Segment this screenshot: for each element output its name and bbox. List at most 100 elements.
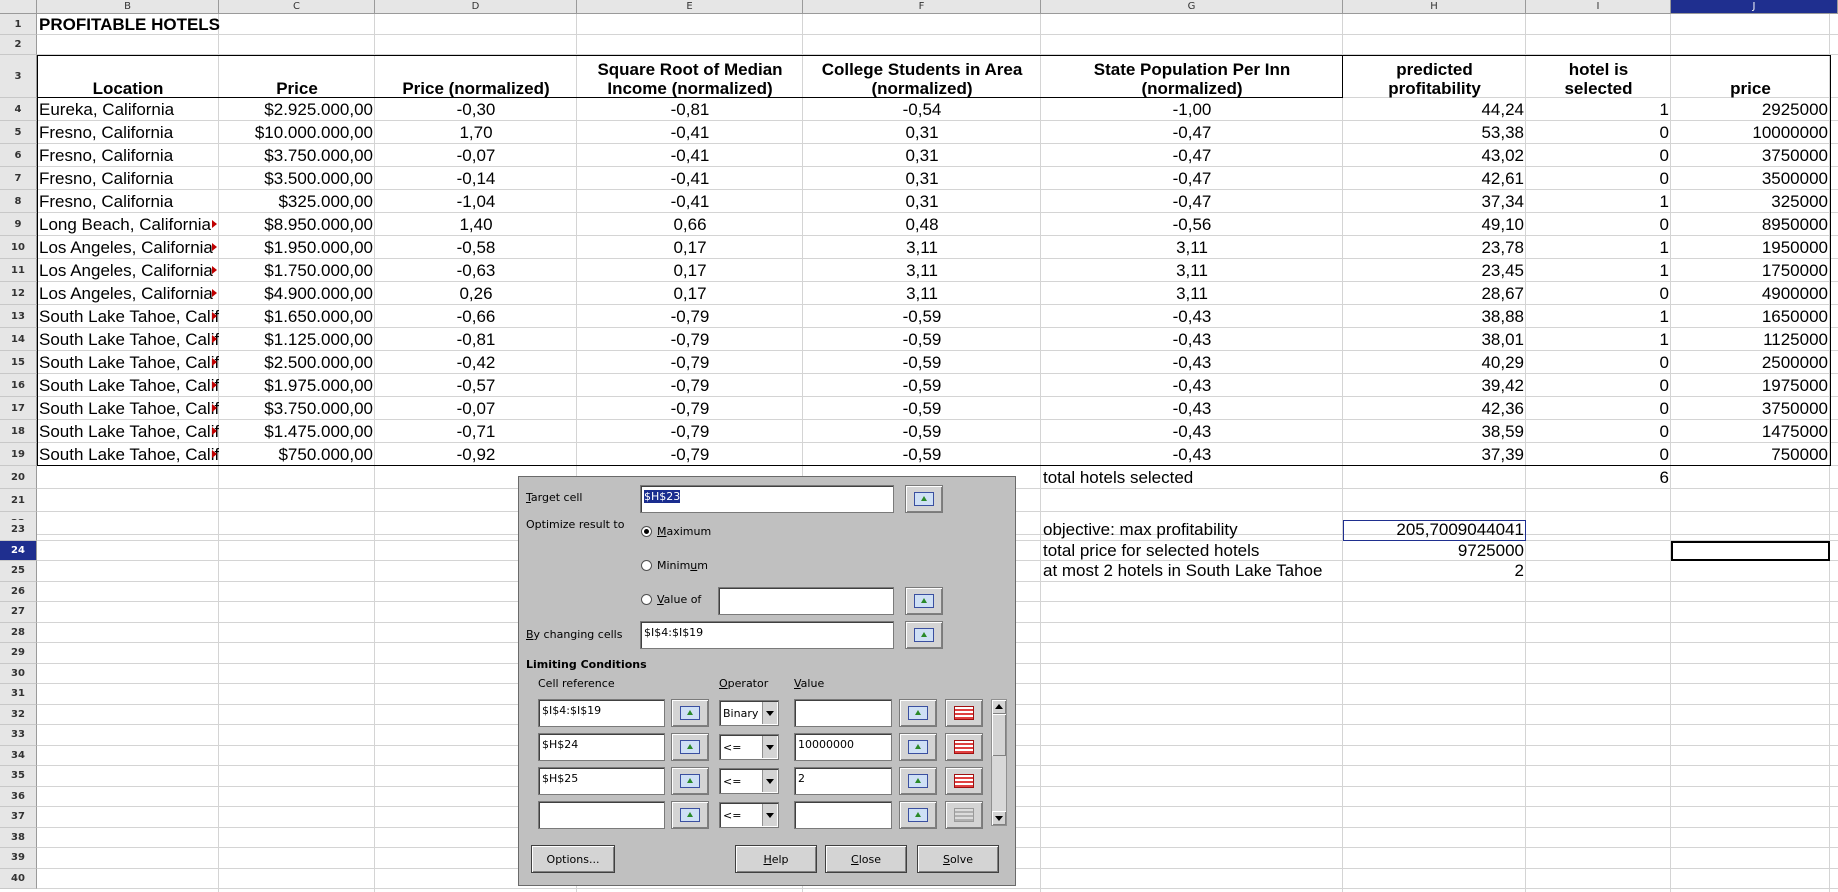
cell-income[interactable]: -0,79: [577, 374, 803, 397]
row-header-9[interactable]: 9: [0, 213, 37, 236]
target-cell-shrink-button[interactable]: [905, 485, 943, 513]
cell-income[interactable]: -0,79: [577, 420, 803, 443]
row-header-31[interactable]: 31: [0, 684, 37, 705]
cell-location[interactable]: South Lake Tahoe, California: [37, 351, 219, 374]
row-header-37[interactable]: 37: [0, 807, 37, 828]
cell-selected[interactable]: 0: [1526, 351, 1671, 374]
cell-location[interactable]: South Lake Tahoe, California: [37, 305, 219, 328]
column-title[interactable]: Location: [37, 55, 219, 98]
row-header-15[interactable]: 15: [0, 351, 37, 374]
cell-college[interactable]: 3,11: [803, 259, 1041, 282]
condition-reference-shrink-button[interactable]: [671, 699, 709, 727]
cell-state-pop[interactable]: -0,47: [1041, 121, 1343, 144]
cell-profit[interactable]: 23,78: [1343, 236, 1526, 259]
scroll-thumb[interactable]: [992, 714, 1006, 756]
row-header-24[interactable]: 24: [0, 540, 37, 561]
row-header-18[interactable]: 18: [0, 420, 37, 443]
cell-profit[interactable]: 44,24: [1343, 98, 1526, 121]
options-button[interactable]: Options...: [531, 845, 615, 873]
row-header-7[interactable]: 7: [0, 167, 37, 190]
cell-location[interactable]: Los Angeles, California: [37, 236, 219, 259]
conditions-scrollbar[interactable]: [991, 699, 1007, 826]
row-header-28[interactable]: 28: [0, 622, 37, 643]
cell-price-norm[interactable]: -0,71: [375, 420, 577, 443]
cell-location[interactable]: Eureka, California: [37, 98, 219, 121]
minimum-radio[interactable]: [641, 560, 652, 571]
cell-profit[interactable]: 37,39: [1343, 443, 1526, 466]
cell-price-raw[interactable]: 2500000: [1671, 351, 1830, 374]
cell-state-pop[interactable]: -0,43: [1041, 351, 1343, 374]
cell-state-pop[interactable]: -0,43: [1041, 443, 1343, 466]
condition-value-input[interactable]: 2: [794, 767, 892, 795]
remove-condition-button[interactable]: [945, 699, 983, 727]
row-header-11[interactable]: 11: [0, 259, 37, 282]
cell-price[interactable]: $1.650.000,00: [219, 305, 375, 328]
cell-price[interactable]: $1.750.000,00: [219, 259, 375, 282]
tahoe-limit-value[interactable]: 2: [1343, 561, 1526, 582]
cell-college[interactable]: 0,31: [803, 144, 1041, 167]
condition-operator-select[interactable]: Binary: [719, 700, 779, 726]
cell-income[interactable]: -0,79: [577, 443, 803, 466]
chevron-down-icon[interactable]: [762, 770, 777, 792]
cell-selected[interactable]: 1: [1526, 190, 1671, 213]
row-header-34[interactable]: 34: [0, 745, 37, 766]
cell-location[interactable]: South Lake Tahoe, California: [37, 420, 219, 443]
cell-selected[interactable]: 0: [1526, 443, 1671, 466]
condition-value-input[interactable]: [794, 801, 892, 829]
changing-cells-input[interactable]: $I$4:$I$19: [640, 621, 894, 649]
tahoe-limit-label[interactable]: at most 2 hotels in South Lake Tahoe: [1041, 561, 1343, 582]
column-header-h[interactable]: H: [1343, 0, 1526, 14]
cell-price-raw[interactable]: 4900000: [1671, 282, 1830, 305]
cell-price[interactable]: $750.000,00: [219, 443, 375, 466]
condition-cell-reference-input[interactable]: $H$25: [538, 767, 665, 795]
cell-price-raw[interactable]: 1125000: [1671, 328, 1830, 351]
row-header-23[interactable]: 23: [0, 520, 37, 541]
cell-college[interactable]: -0,59: [803, 351, 1041, 374]
row-header-12[interactable]: 12: [0, 282, 37, 305]
row-header-30[interactable]: 30: [0, 663, 37, 684]
cell-price-raw[interactable]: 325000: [1671, 190, 1830, 213]
cell-college[interactable]: -0,54: [803, 98, 1041, 121]
cell-price-norm[interactable]: -1,04: [375, 190, 577, 213]
cell-income[interactable]: -0,79: [577, 351, 803, 374]
cell-price[interactable]: $2.925.000,00: [219, 98, 375, 121]
cell-price[interactable]: $1.125.000,00: [219, 328, 375, 351]
column-title[interactable]: State Population Per Inn (normalized): [1041, 55, 1343, 98]
cell-price-raw[interactable]: 3750000: [1671, 144, 1830, 167]
help-button[interactable]: Help: [735, 845, 817, 873]
cell-selected[interactable]: 0: [1526, 374, 1671, 397]
cell-income[interactable]: 0,17: [577, 282, 803, 305]
total-selected-value[interactable]: 6: [1526, 466, 1671, 489]
cell-income[interactable]: -0,79: [577, 328, 803, 351]
cell-price-norm[interactable]: -0,07: [375, 144, 577, 167]
objective-label[interactable]: objective: max profitability: [1041, 520, 1343, 541]
cell-location[interactable]: Fresno, California: [37, 190, 219, 213]
cell-selected[interactable]: 0: [1526, 213, 1671, 236]
row-header-35[interactable]: 35: [0, 766, 37, 787]
cell-location[interactable]: Long Beach, California: [37, 213, 219, 236]
maximum-radio[interactable]: [641, 526, 652, 537]
row-header-14[interactable]: 14: [0, 328, 37, 351]
cell-selected[interactable]: 0: [1526, 397, 1671, 420]
cell-price[interactable]: $8.950.000,00: [219, 213, 375, 236]
cell-price-raw[interactable]: 3500000: [1671, 167, 1830, 190]
cell-selected[interactable]: 0: [1526, 121, 1671, 144]
cell-profit[interactable]: 38,88: [1343, 305, 1526, 328]
cell-price[interactable]: $1.475.000,00: [219, 420, 375, 443]
scroll-down-arrow[interactable]: [992, 811, 1006, 825]
chevron-down-icon[interactable]: [762, 804, 777, 826]
cell-state-pop[interactable]: -0,47: [1041, 167, 1343, 190]
cell-college[interactable]: -0,59: [803, 420, 1041, 443]
column-title[interactable]: College Students in Area (normalized): [803, 55, 1041, 98]
row-header-8[interactable]: 8: [0, 190, 37, 213]
row-header-4[interactable]: 4: [0, 98, 37, 121]
cell-income[interactable]: 0,17: [577, 259, 803, 282]
cell-college[interactable]: 3,11: [803, 282, 1041, 305]
row-header-10[interactable]: 10: [0, 236, 37, 259]
cell-selected[interactable]: 1: [1526, 259, 1671, 282]
column-title[interactable]: Price (normalized): [375, 55, 577, 98]
cell-price-norm[interactable]: -0,42: [375, 351, 577, 374]
cell-profit[interactable]: 49,10: [1343, 213, 1526, 236]
cell-income[interactable]: -0,41: [577, 190, 803, 213]
scroll-up-arrow[interactable]: [992, 700, 1006, 714]
